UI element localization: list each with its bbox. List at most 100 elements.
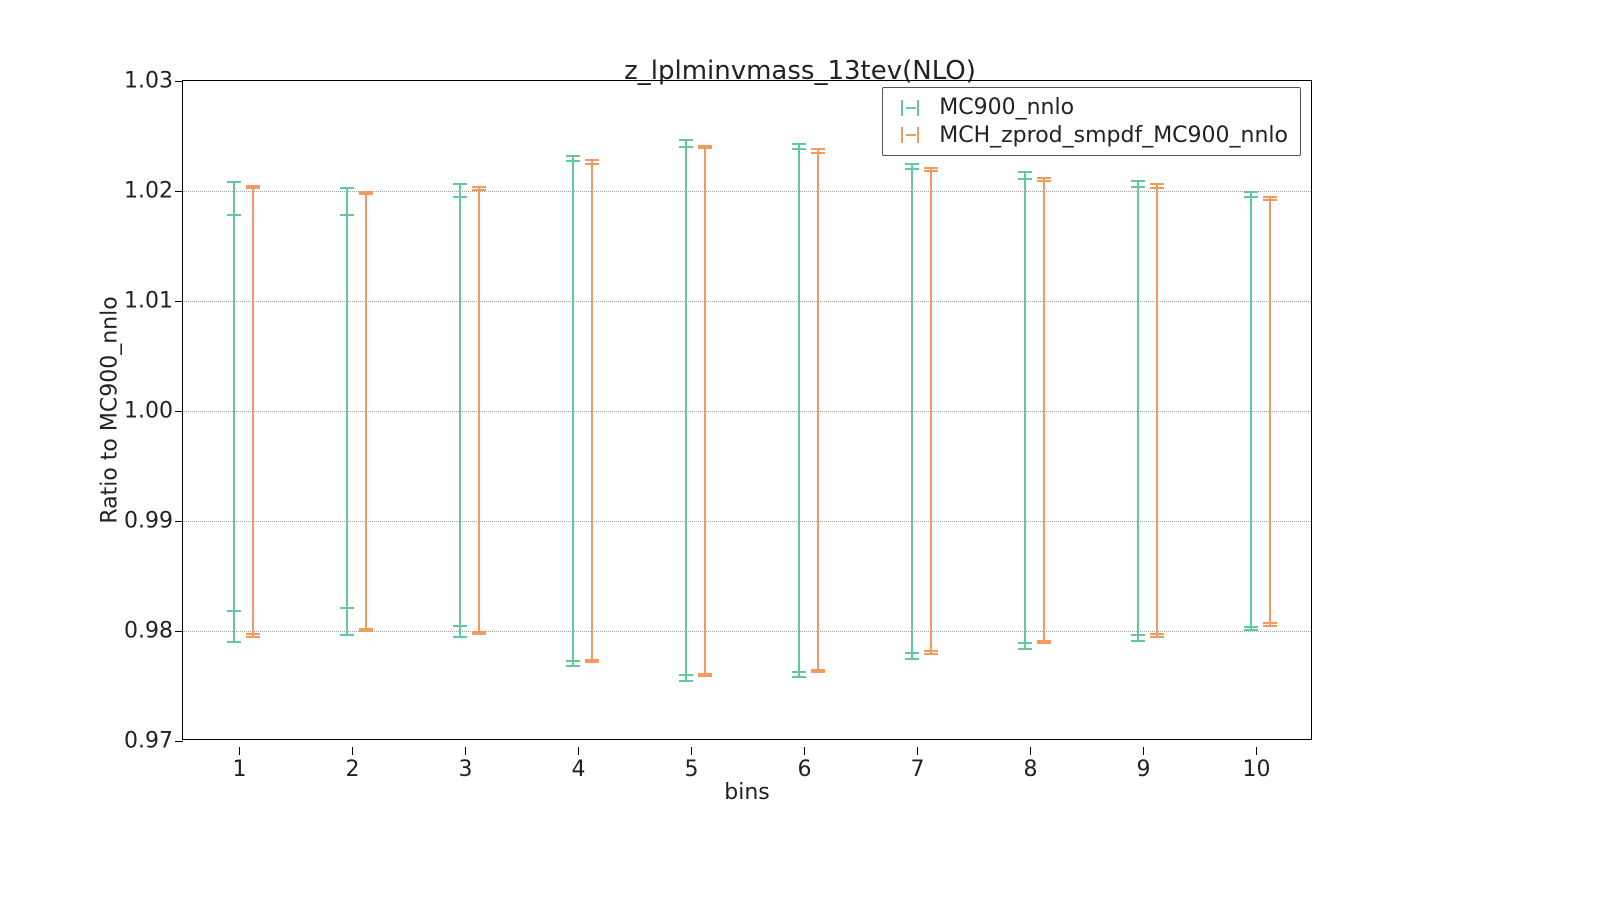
legend-glyph xyxy=(893,127,929,143)
xtick-label: 10 xyxy=(1243,757,1271,782)
cap-q3 xyxy=(246,187,260,189)
cap-top xyxy=(679,139,693,141)
x-axis-label: bins xyxy=(182,780,1312,805)
cap-bottom xyxy=(792,676,806,678)
gridline xyxy=(183,631,1311,632)
cap-top xyxy=(792,143,806,145)
cap-bottom xyxy=(924,653,938,655)
y-axis-label: Ratio to MC900_nnlo xyxy=(98,296,123,523)
cap-q1 xyxy=(679,674,693,676)
cap-q1 xyxy=(340,607,354,609)
cap-q3 xyxy=(1131,186,1145,188)
cap-top xyxy=(566,155,580,157)
cap-bottom xyxy=(905,658,919,660)
figure: z_lplminvmass_13tev(NLO) 0.970.980.991.0… xyxy=(0,0,1600,900)
ytick-label: 1.01 xyxy=(124,289,183,314)
cap-bottom xyxy=(585,661,599,663)
cap-top xyxy=(453,183,467,185)
cap-q1 xyxy=(227,610,241,612)
xtick-label: 5 xyxy=(685,757,699,782)
cap-top xyxy=(811,148,825,150)
cap-top xyxy=(1150,183,1164,185)
cap-bottom xyxy=(246,636,260,638)
cap-top xyxy=(472,186,486,188)
ytick-label: 0.98 xyxy=(124,619,183,644)
cap-bottom xyxy=(227,641,241,643)
xtick-label: 1 xyxy=(233,757,247,782)
cap-q3 xyxy=(1150,187,1164,189)
cap-q3 xyxy=(679,146,693,148)
plot-area: 0.970.980.991.001.011.021.0312345678910M… xyxy=(182,80,1312,740)
legend-entry: MC900_nnlo xyxy=(893,94,1288,122)
legend-label: MC900_nnlo xyxy=(939,94,1074,122)
cap-q3 xyxy=(1244,196,1258,198)
cap-q1 xyxy=(1244,626,1258,628)
cap-bottom xyxy=(472,633,486,635)
cap-q3 xyxy=(453,196,467,198)
cap-q3 xyxy=(924,170,938,172)
cap-q3 xyxy=(1018,178,1032,180)
cap-q3 xyxy=(1263,199,1277,201)
cap-top xyxy=(1018,171,1032,173)
cap-top xyxy=(585,159,599,161)
xtick-label: 9 xyxy=(1137,757,1151,782)
cap-top xyxy=(924,167,938,169)
cap-top xyxy=(227,181,241,183)
cap-q3 xyxy=(585,163,599,165)
xtick-label: 6 xyxy=(798,757,812,782)
cap-q3 xyxy=(472,189,486,191)
cap-q3 xyxy=(340,214,354,216)
cap-top xyxy=(1244,191,1258,193)
cap-q1 xyxy=(792,671,806,673)
xtick-label: 4 xyxy=(572,757,586,782)
cap-q1 xyxy=(1131,634,1145,636)
cap-bottom xyxy=(679,680,693,682)
cap-bottom xyxy=(1244,629,1258,631)
cap-bottom xyxy=(453,636,467,638)
legend: MC900_nnloMCH_zprod_smpdf_MC900_nnlo xyxy=(882,87,1301,156)
ytick-label: 0.99 xyxy=(124,509,183,534)
cap-top xyxy=(340,187,354,189)
ytick-label: 1.03 xyxy=(124,69,183,94)
cap-bottom xyxy=(340,634,354,636)
cap-bottom xyxy=(811,671,825,673)
xtick-label: 8 xyxy=(1024,757,1038,782)
cap-top xyxy=(1263,196,1277,198)
cap-q3 xyxy=(905,168,919,170)
cap-bottom xyxy=(698,675,712,677)
cap-bottom xyxy=(1131,640,1145,642)
cap-top xyxy=(1037,177,1051,179)
cap-top xyxy=(1131,180,1145,182)
cap-q1 xyxy=(566,660,580,662)
legend-label: MCH_zprod_smpdf_MC900_nnlo xyxy=(939,122,1288,150)
xtick-label: 7 xyxy=(911,757,925,782)
cap-bottom xyxy=(1037,642,1051,644)
cap-q3 xyxy=(698,147,712,149)
cap-q1 xyxy=(453,625,467,627)
cap-q3 xyxy=(227,214,241,216)
legend-entry: MCH_zprod_smpdf_MC900_nnlo xyxy=(893,122,1288,150)
cap-q3 xyxy=(792,148,806,150)
cap-top xyxy=(905,163,919,165)
cap-q3 xyxy=(359,193,373,195)
cap-bottom xyxy=(359,630,373,632)
cap-q1 xyxy=(1018,642,1032,644)
cap-q3 xyxy=(566,160,580,162)
ytick-label: 1.00 xyxy=(124,399,183,424)
gridline xyxy=(183,521,1311,522)
ytick-label: 1.02 xyxy=(124,179,183,204)
cap-bottom xyxy=(1263,625,1277,627)
gridline xyxy=(183,191,1311,192)
cap-q1 xyxy=(924,650,938,652)
xtick-label: 2 xyxy=(346,757,360,782)
cap-q3 xyxy=(1037,180,1051,182)
gridline xyxy=(183,301,1311,302)
xtick-label: 3 xyxy=(459,757,473,782)
cap-bottom xyxy=(1018,648,1032,650)
cap-q3 xyxy=(811,152,825,154)
gridline xyxy=(183,411,1311,412)
cap-bottom xyxy=(1150,636,1164,638)
cap-q1 xyxy=(905,652,919,654)
cap-bottom xyxy=(566,665,580,667)
legend-glyph xyxy=(893,100,929,116)
